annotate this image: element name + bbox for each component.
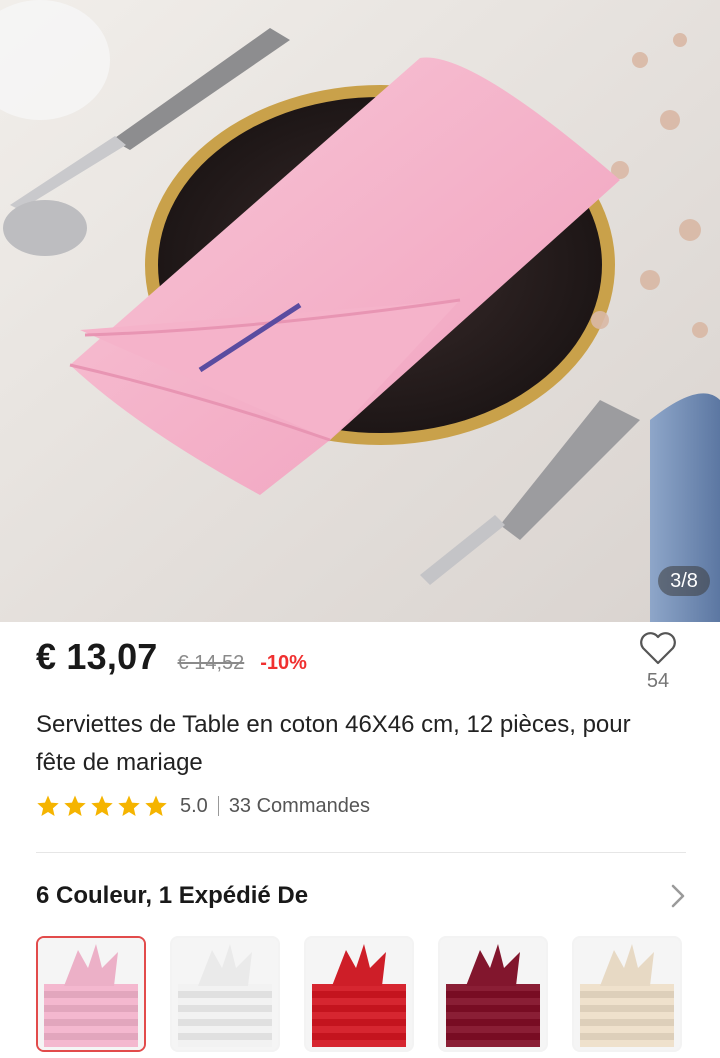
star-icon: [91, 795, 113, 816]
variant-swatch[interactable]: [36, 936, 146, 1052]
discount-badge: -10%: [260, 652, 307, 674]
product-image-gallery[interactable]: 3/8: [0, 0, 720, 622]
variant-summary: 6 Couleur, 1 Expédié De: [36, 882, 309, 909]
napkin-stack-thumbnail: [306, 938, 412, 1050]
divider: [36, 852, 686, 853]
price-row: € 13,07 € 14,52 -10%: [36, 636, 307, 692]
napkin-stack-thumbnail: [574, 938, 680, 1050]
star-icon: [145, 795, 167, 816]
wishlist-count: 54: [646, 670, 670, 692]
rating-value: 5.0: [180, 794, 208, 817]
variant-swatch[interactable]: [170, 936, 280, 1052]
star-icon: [64, 795, 86, 816]
variant-swatch[interactable]: [572, 936, 682, 1052]
chevron-right-icon: [671, 884, 685, 908]
separator: [217, 796, 219, 816]
variant-swatches: [36, 936, 682, 1052]
orders-count: 33 Commandes: [228, 794, 370, 817]
current-price: € 13,07: [36, 636, 158, 677]
heart-icon: [640, 632, 676, 665]
rating-stars: [36, 794, 168, 818]
product-title: Serviettes de Table en coton 46X46 cm, 1…: [36, 711, 631, 776]
napkin-stack-thumbnail: [440, 938, 546, 1050]
star-icon: [37, 795, 59, 816]
rating-row[interactable]: 5.0 33 Commandes: [36, 792, 370, 820]
variant-selector-header[interactable]: 6 Couleur, 1 Expédié De: [36, 874, 686, 918]
variant-swatch[interactable]: [438, 936, 548, 1052]
napkin-stack-thumbnail: [172, 938, 278, 1050]
original-price: € 14,52: [177, 652, 245, 674]
star-icon: [118, 795, 140, 816]
napkin-stack-thumbnail: [38, 938, 144, 1050]
variant-swatch[interactable]: [304, 936, 414, 1052]
product-photo: [0, 0, 720, 622]
wishlist-button[interactable]: 54: [632, 630, 684, 704]
image-counter-badge: 3/8: [658, 566, 710, 596]
